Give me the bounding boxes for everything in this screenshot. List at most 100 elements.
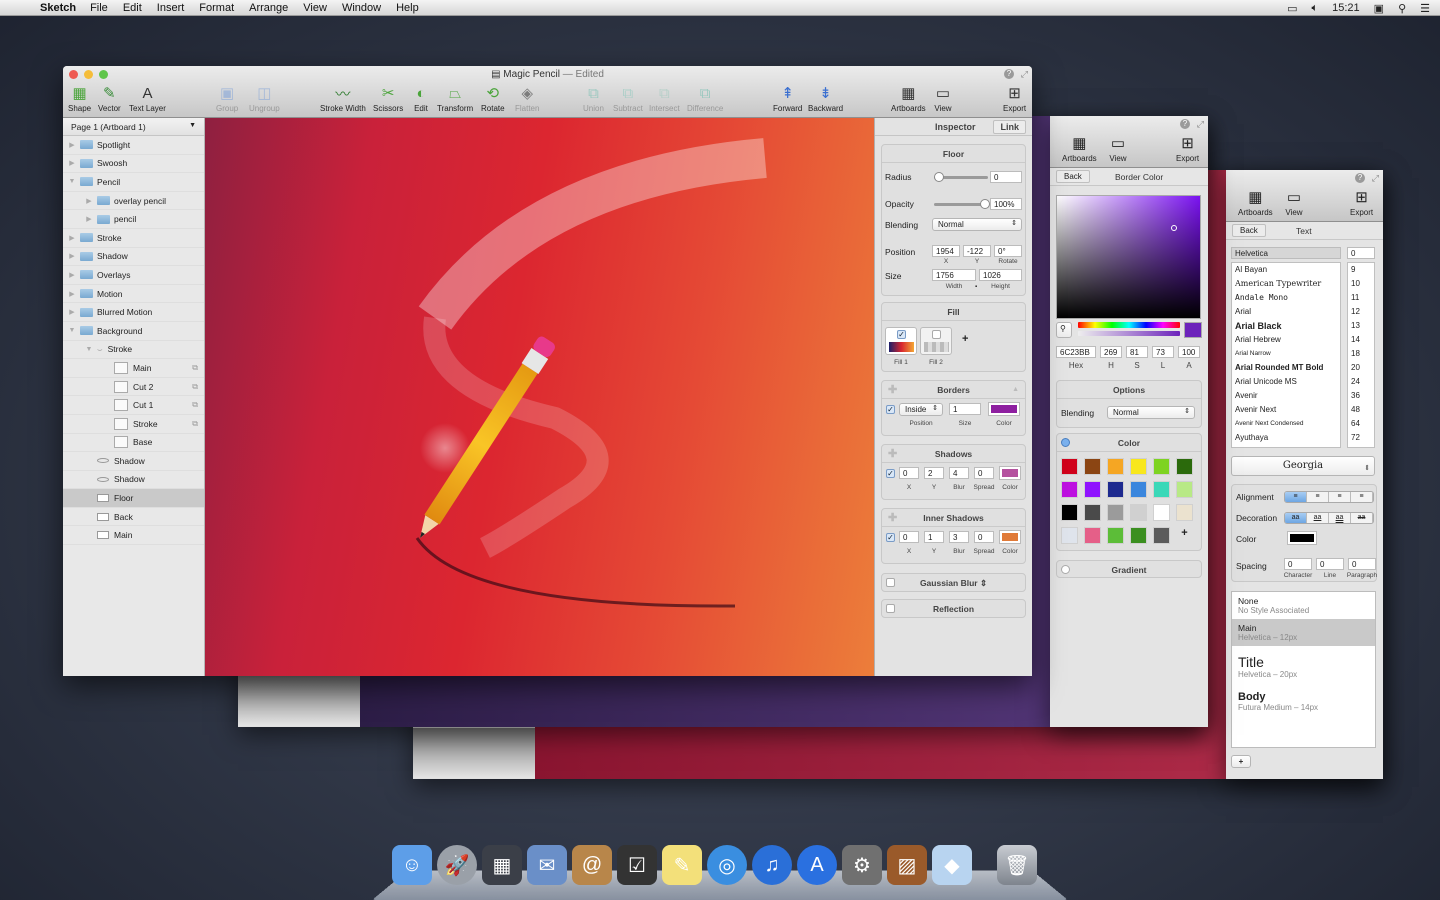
x-field[interactable]: 1954 — [932, 245, 960, 257]
dock-notes-icon[interactable]: ✎ — [662, 845, 702, 885]
boolean-operation-icon[interactable]: ⧉ — [192, 382, 198, 392]
lightness-field[interactable]: 73 — [1152, 346, 1174, 358]
text-style-item[interactable]: Main Helvetica – 12px — [1232, 619, 1375, 646]
font-size-list[interactable]: 9 10 11 12 13 14 18 20 24 36 48 64 72 — [1347, 262, 1375, 448]
toolbar-group-button[interactable]: ▣ Group — [216, 84, 238, 113]
toolbar-edit-button[interactable]: ◐ Edit — [411, 84, 431, 114]
decoration-underline[interactable]: aa — [1307, 513, 1329, 523]
shadow-x-field[interactable]: 0 — [899, 467, 919, 479]
toolbar-transform-button[interactable]: ⏢ Transform — [437, 84, 473, 114]
opacity-slider-knob[interactable] — [980, 199, 990, 209]
color-swatch[interactable] — [1176, 481, 1193, 498]
layer-row[interactable]: ▶ Motion — [63, 285, 204, 304]
font-size-item[interactable]: 72 — [1348, 431, 1374, 445]
dock-mail-icon[interactable]: ✉ — [527, 845, 567, 885]
line-spacing-field[interactable]: 0 — [1316, 558, 1344, 570]
add-border-icon[interactable]: ✚ — [888, 381, 897, 399]
alpha-slider[interactable] — [1078, 331, 1180, 336]
color-swatch[interactable] — [1107, 527, 1124, 544]
color-swatch[interactable] — [1084, 527, 1101, 544]
boolean-operation-icon[interactable]: ⧉ — [192, 400, 198, 410]
layer-row[interactable]: Stroke ⧉ — [63, 415, 204, 434]
export-button[interactable]: ⊞ Export — [1350, 188, 1373, 217]
font-size-item[interactable]: 48 — [1348, 403, 1374, 417]
font-list-item[interactable]: Andale Mono — [1232, 291, 1340, 305]
hue-field[interactable]: 269 — [1100, 346, 1122, 358]
height-field[interactable]: 1026 — [979, 269, 1022, 281]
constrain-proportions-lock-icon[interactable]: ▪ — [975, 284, 977, 290]
fullscreen-icon[interactable]: ⤢ — [1197, 119, 1204, 130]
dock-mission-control-icon[interactable]: ▦ — [482, 845, 522, 885]
font-size-item[interactable]: 11 — [1348, 291, 1374, 305]
inner-shadow-color-swatch[interactable] — [999, 530, 1021, 544]
disclosure-collapsed-icon[interactable]: ▶ — [67, 252, 77, 260]
color-swatch[interactable] — [1107, 504, 1124, 521]
shadow-blur-field[interactable]: 4 — [949, 467, 969, 479]
layer-row[interactable]: ▼ Background — [63, 322, 204, 341]
inner-shadow-spread-field[interactable]: 0 — [974, 531, 994, 543]
picker-handle[interactable] — [1171, 225, 1177, 231]
color-swatch[interactable] — [1130, 527, 1147, 544]
gradient-section[interactable]: Gradient — [1056, 560, 1202, 578]
disclosure-collapsed-icon[interactable]: ▶ — [84, 215, 94, 223]
shadow-color-swatch[interactable] — [999, 466, 1021, 480]
saturation-field[interactable]: 81 — [1126, 346, 1148, 358]
disclosure-collapsed-icon[interactable]: ▶ — [67, 290, 77, 298]
menu-edit[interactable]: Edit — [123, 2, 142, 14]
color-swatch[interactable] — [1130, 504, 1147, 521]
font-list-item[interactable]: Ayuthaya — [1232, 431, 1340, 445]
fill-1-checkbox[interactable]: ✓ — [897, 330, 906, 339]
radius-slider-knob[interactable] — [934, 172, 944, 182]
font-size-item[interactable]: 10 — [1348, 277, 1374, 291]
text-style-item[interactable]: Title Helvetica – 20px — [1232, 650, 1375, 683]
border-color-swatch[interactable] — [988, 402, 1020, 416]
color-swatch[interactable] — [1107, 458, 1124, 475]
layer-row[interactable]: ▶ Blurred Motion — [63, 303, 204, 322]
font-list-item[interactable]: American Typewriter — [1232, 277, 1340, 291]
collapse-arrow-icon[interactable]: ▲ — [1012, 381, 1019, 399]
font-size-item[interactable]: 20 — [1348, 361, 1374, 375]
toolbar-subtract-button[interactable]: ⧉ Subtract — [613, 84, 643, 114]
boolean-operation-icon[interactable]: ⧉ — [192, 419, 198, 429]
font-size-item[interactable]: 13 — [1348, 319, 1374, 333]
disclosure-collapsed-icon[interactable]: ▶ — [67, 271, 77, 279]
font-size-item[interactable]: 18 — [1348, 347, 1374, 361]
reflection-section[interactable]: Reflection — [881, 599, 1026, 618]
view-button[interactable]: ▭ View — [1108, 134, 1128, 163]
toolbar-export-button[interactable]: ⊞ Export — [1003, 84, 1026, 113]
page-selector[interactable]: Page 1 (Artboard 1) ▼ — [63, 118, 204, 136]
menu-view[interactable]: View — [303, 2, 327, 14]
toolbar-flatten-button[interactable]: ◈ Flatten — [515, 84, 539, 113]
inner-shadow-blur-field[interactable]: 3 — [949, 531, 969, 543]
paragraph-spacing-field[interactable]: 0 — [1348, 558, 1376, 570]
alignment-control[interactable]: ≡ ≡ ≡ ≡ — [1284, 491, 1374, 503]
dock-itunes-icon[interactable]: ♫ — [752, 845, 792, 885]
export-button[interactable]: ⊞ Export — [1176, 134, 1199, 163]
color-swatch[interactable] — [1153, 481, 1170, 498]
dock-contacts-icon[interactable]: @ — [572, 845, 612, 885]
menu-file[interactable]: File — [90, 2, 108, 14]
rotate-field[interactable]: 0° — [994, 245, 1022, 257]
color-swatch[interactable] — [1061, 504, 1078, 521]
toolbar-text-layer-button[interactable]: A Text Layer — [129, 84, 166, 114]
clock[interactable]: 15:21 — [1332, 2, 1360, 14]
disclosure-collapsed-icon[interactable]: ▶ — [67, 234, 77, 242]
add-shadow-icon[interactable]: ✚ — [888, 445, 897, 463]
character-spacing-field[interactable]: 0 — [1284, 558, 1312, 570]
boolean-operation-icon[interactable]: ⧉ — [192, 363, 198, 373]
toolbar-vector-button[interactable]: ✎ Vector — [98, 84, 121, 113]
decoration-none[interactable]: aa — [1285, 513, 1307, 523]
layer-row[interactable]: Shadow — [63, 452, 204, 471]
y-field[interactable]: -122 — [963, 245, 991, 257]
align-right-icon[interactable]: ≡ — [1329, 492, 1351, 502]
menu-insert[interactable]: Insert — [157, 2, 185, 14]
dock-finder-icon[interactable]: ☺ — [392, 845, 432, 885]
spotlight-icon[interactable]: ⚲ — [1398, 2, 1406, 15]
hue-slider[interactable] — [1078, 322, 1180, 328]
color-swatch[interactable] — [1084, 481, 1101, 498]
font-list-item[interactable]: Arial Unicode MS — [1232, 375, 1340, 389]
text-color-swatch[interactable] — [1287, 531, 1317, 545]
shadow-y-field[interactable]: 2 — [924, 467, 944, 479]
menu-help[interactable]: Help — [396, 2, 419, 14]
alpha-field[interactable]: 100 — [1178, 346, 1200, 358]
